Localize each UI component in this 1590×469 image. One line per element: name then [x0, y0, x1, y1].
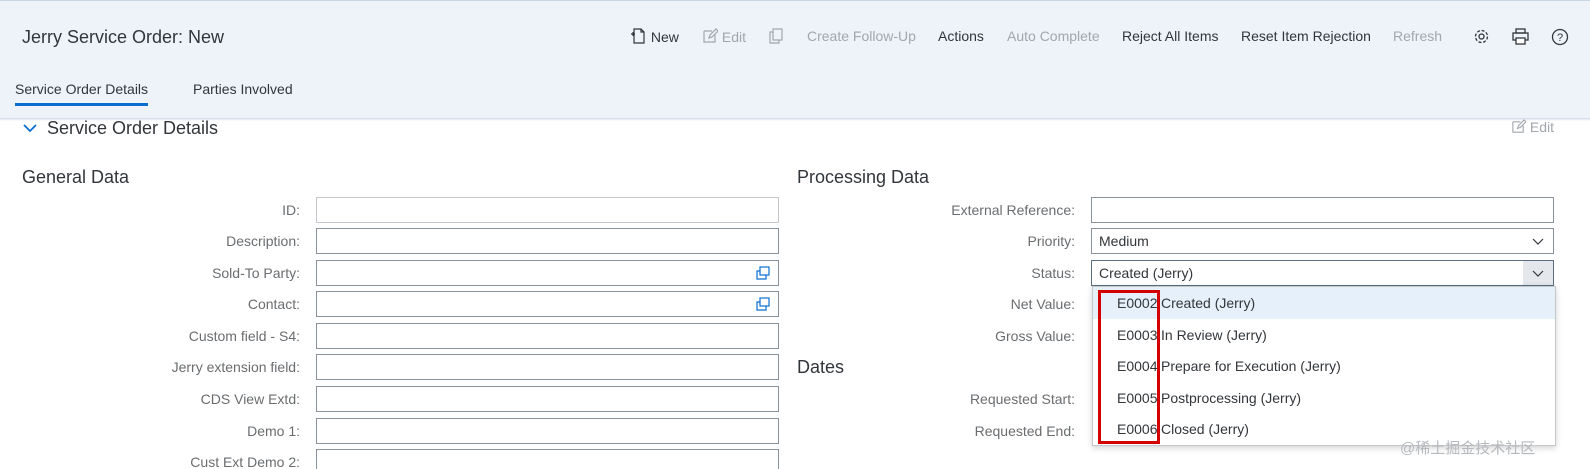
cust-ext-demo-2-field[interactable] [316, 449, 779, 469]
contact-label: Contact: [247, 296, 300, 312]
section-edit-label: Edit [1529, 119, 1555, 135]
external-reference-label: External Reference: [951, 202, 1075, 218]
print-button[interactable] [1512, 28, 1529, 48]
header-divider [0, 118, 1590, 121]
status-select[interactable]: Created (Jerry) [1091, 260, 1554, 286]
net-value-label: Net Value: [1010, 296, 1075, 312]
chevron-down-icon [1532, 265, 1544, 281]
print-icon [1512, 28, 1529, 48]
demo-1-label: Demo 1: [247, 423, 300, 439]
tab-parties-involved[interactable]: Parties Involved [193, 81, 293, 97]
requested-end-label: Requested End: [974, 423, 1075, 439]
priority-select[interactable]: Medium [1091, 228, 1554, 254]
description-label: Description: [226, 233, 300, 249]
status-dropdown-arrow[interactable] [1523, 261, 1553, 285]
status-option-e0003[interactable]: E0003 In Review (Jerry) [1093, 319, 1555, 351]
chevron-down-icon [22, 123, 38, 139]
edit-pencil-icon [702, 28, 719, 47]
help-button[interactable]: ? [1551, 28, 1569, 49]
priority-dropdown-arrow[interactable] [1523, 229, 1553, 253]
id-label: ID: [282, 202, 300, 218]
collapse-section-button[interactable] [22, 120, 38, 139]
gross-value-label: Gross Value: [995, 328, 1075, 344]
priority-label: Priority: [1027, 233, 1075, 249]
external-reference-field[interactable] [1091, 197, 1554, 223]
tab-service-order-details[interactable]: Service Order Details [15, 81, 149, 106]
priority-value: Medium [1099, 233, 1149, 249]
new-button-label: New [650, 29, 679, 45]
new-button[interactable]: New [631, 28, 679, 47]
id-field[interactable] [316, 197, 779, 223]
cust-ext-demo-2-label: Cust Ext Demo 2: [190, 454, 300, 469]
settings-button[interactable] [1473, 28, 1490, 48]
status-option-text: In Review (Jerry) [1161, 327, 1267, 343]
cds-view-extd-field[interactable] [316, 386, 779, 412]
value-help-icon[interactable] [756, 297, 770, 314]
edit-pencil-icon [1511, 119, 1527, 137]
jerry-extension-field[interactable] [316, 354, 779, 380]
section-edit-button[interactable]: Edit [1511, 119, 1554, 137]
sold-to-party-label: Sold-To Party: [212, 265, 300, 281]
description-field[interactable] [316, 228, 779, 254]
page-title: Jerry Service Order: New [22, 27, 225, 47]
status-label: Status: [1031, 265, 1075, 281]
chevron-down-icon [1532, 233, 1544, 249]
auto-complete-button[interactable]: Auto Complete [1007, 28, 1100, 44]
section-title: Service Order Details [47, 118, 219, 138]
status-option-e0005[interactable]: E0005 Postprocessing (Jerry) [1093, 382, 1555, 414]
custom-field-s4-field[interactable] [316, 323, 779, 349]
copy-button[interactable] [768, 28, 784, 47]
copy-icon [768, 28, 784, 47]
status-option-text: Created (Jerry) [1161, 295, 1256, 311]
status-option-text: Prepare for Execution (Jerry) [1161, 358, 1341, 374]
red-highlight-annotation [1098, 290, 1160, 444]
cds-view-extd-label: CDS View Extd: [200, 391, 300, 407]
status-option-e0004[interactable]: E0004 Prepare for Execution (Jerry) [1093, 350, 1555, 382]
watermark: @稀土掘金技术社区 [1400, 440, 1536, 457]
settings-gear-icon [1473, 28, 1490, 48]
value-help-icon[interactable] [756, 266, 770, 283]
edit-button-label: Edit [721, 29, 747, 45]
reject-all-items-button[interactable]: Reject All Items [1122, 28, 1218, 44]
actions-button[interactable]: Actions [938, 28, 984, 44]
status-dropdown-list: E0002 Created (Jerry) E0003 In Review (J… [1092, 286, 1556, 446]
reset-item-rejection-button[interactable]: Reset Item Rejection [1241, 28, 1371, 44]
demo-1-field[interactable] [316, 418, 779, 444]
jerry-extension-field-label: Jerry extension field: [171, 359, 300, 375]
new-document-icon [631, 28, 647, 47]
sold-to-party-field[interactable] [316, 260, 779, 286]
processing-data-title: Processing Data [797, 167, 930, 187]
status-value: Created (Jerry) [1099, 265, 1194, 281]
refresh-button[interactable]: Refresh [1393, 28, 1442, 44]
status-option-text: Postprocessing (Jerry) [1161, 390, 1302, 406]
svg-text:?: ? [1557, 32, 1563, 44]
object-page-header: Jerry Service Order: New New Edit Create… [0, 0, 1590, 119]
edit-button[interactable]: Edit [702, 28, 746, 47]
contact-field[interactable] [316, 291, 779, 317]
status-option-text: Closed (Jerry) [1161, 421, 1249, 437]
custom-field-s4-label: Custom field - S4: [188, 328, 300, 344]
dates-title: Dates [797, 357, 845, 377]
create-follow-up-button[interactable]: Create Follow-Up [807, 28, 916, 44]
help-icon: ? [1551, 28, 1569, 49]
status-option-e0002[interactable]: E0002 Created (Jerry) [1093, 287, 1555, 319]
requested-start-label: Requested Start: [969, 391, 1075, 407]
general-data-title: General Data [22, 167, 130, 187]
